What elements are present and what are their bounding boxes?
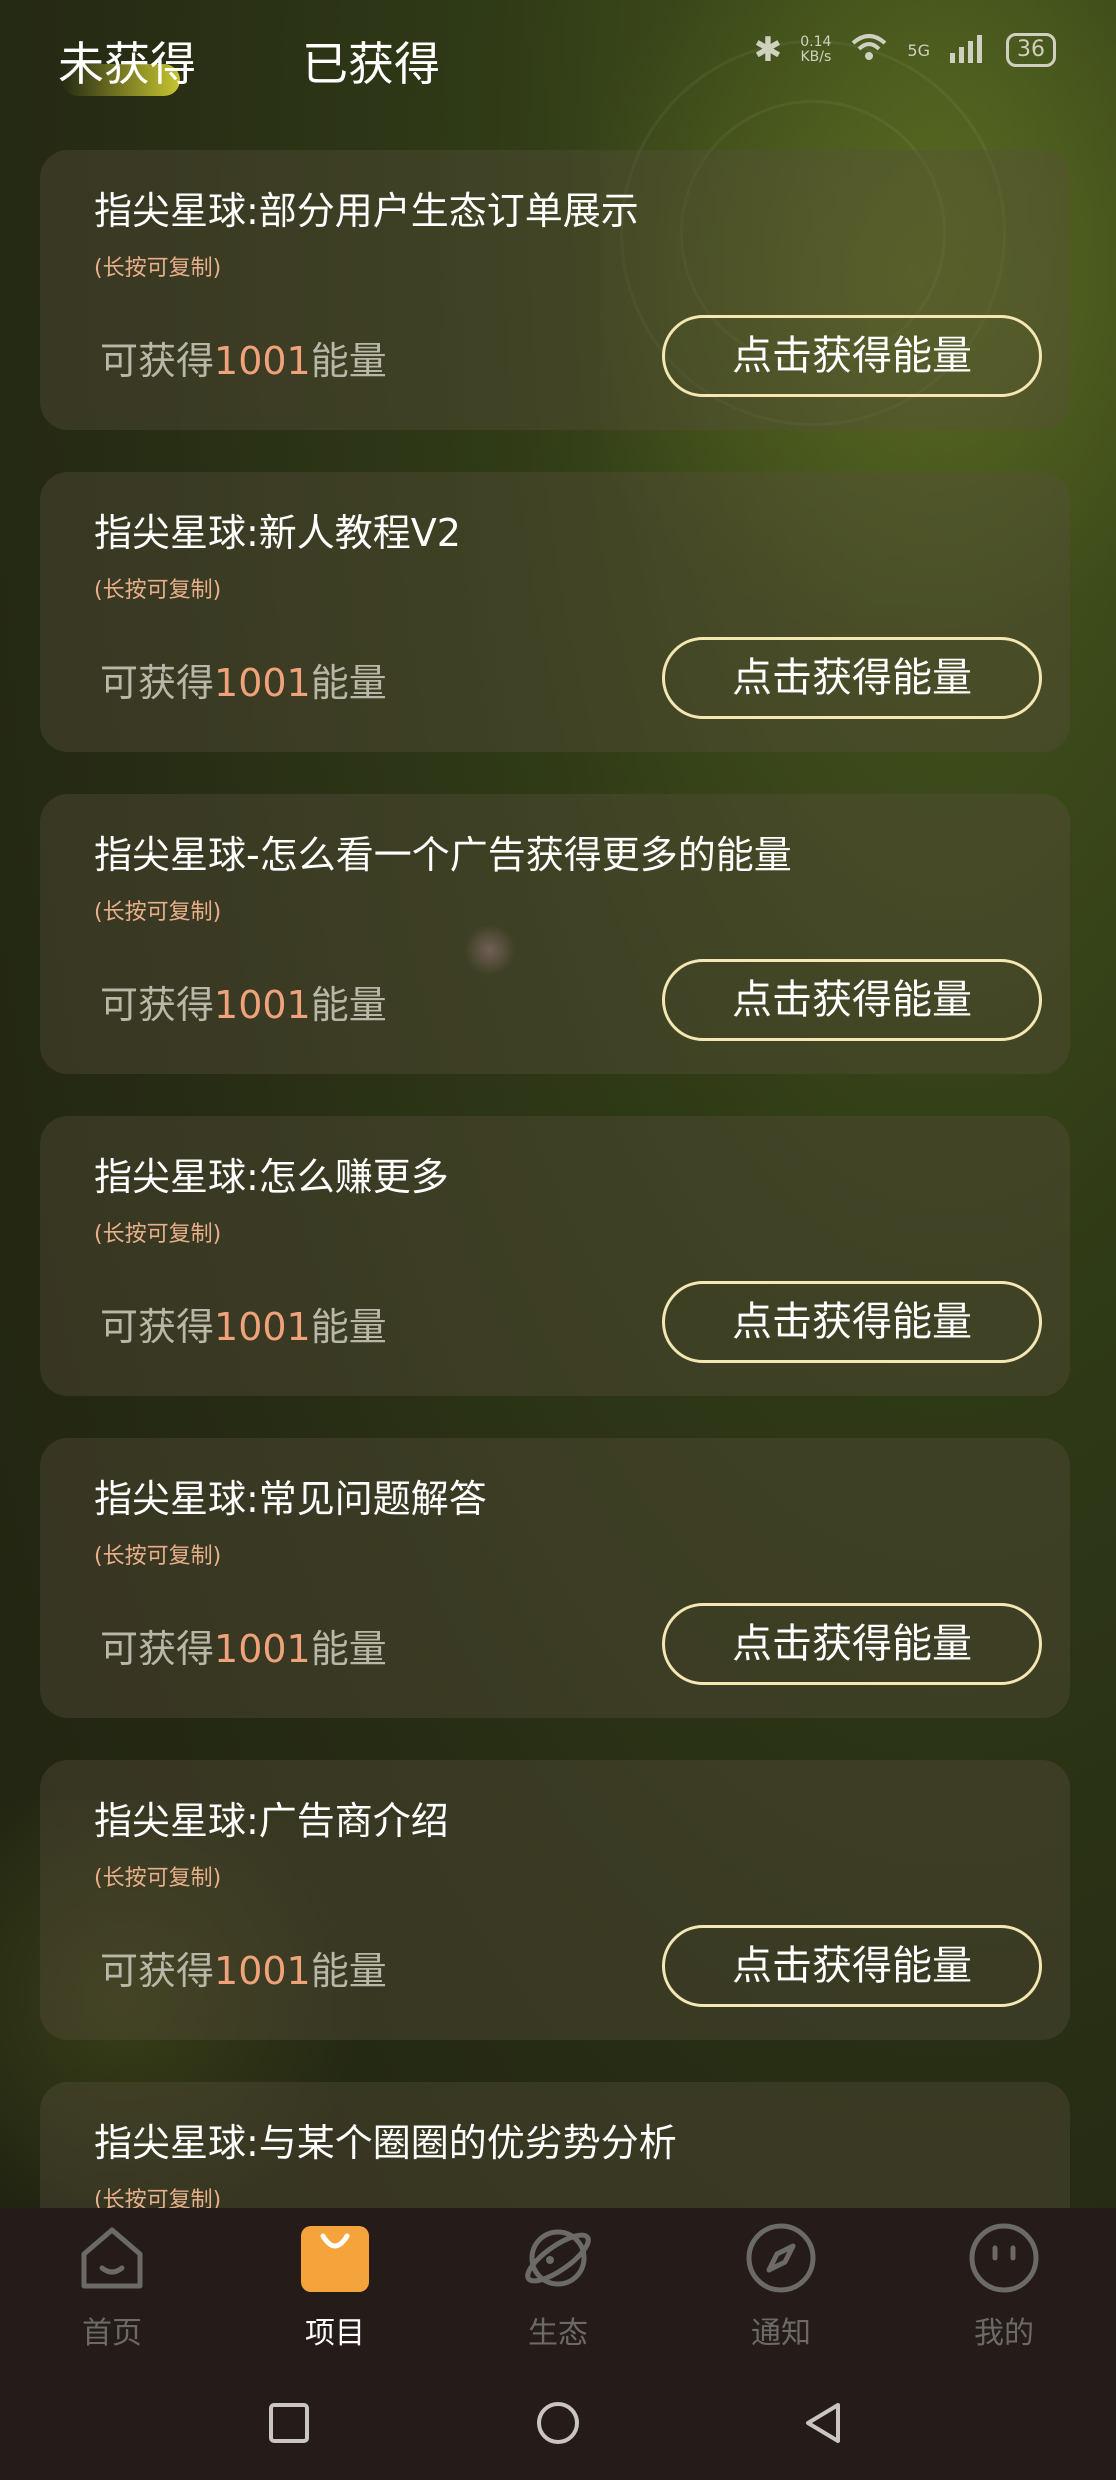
project-card: 指尖星球:怎么赚更多 (长按可复制) 可获得1001能量 点击获得能量: [40, 1116, 1070, 1396]
card-title[interactable]: 指尖星球:常见问题解答: [94, 1468, 487, 1523]
wifi-icon: [849, 31, 889, 70]
recent-apps-icon[interactable]: [266, 2400, 312, 2446]
get-energy-button[interactable]: 点击获得能量: [662, 1925, 1042, 2007]
card-hint: (长按可复制): [94, 1222, 222, 1247]
card-hint: (长按可复制): [94, 1544, 222, 1569]
project-card: 指尖星球:广告商介绍 (长按可复制) 可获得1001能量 点击获得能量: [40, 1760, 1070, 2040]
reward-suffix: 能量: [310, 661, 387, 705]
network-type: 5G: [907, 40, 930, 60]
card-reward: 可获得1001能量: [100, 974, 387, 1029]
planet-icon: [525, 2229, 591, 2287]
nav-item-ecosystem[interactable]: 生态: [478, 2222, 638, 2352]
nav-item-notifications[interactable]: 通知: [701, 2222, 861, 2352]
reward-amount: 1001: [214, 339, 311, 383]
profile-face-icon: [969, 2223, 1039, 2293]
card-hint: (长按可复制): [94, 578, 222, 603]
nav-label: 项目: [305, 2316, 365, 2351]
card-reward: 可获得1001能量: [100, 1940, 387, 1995]
card-title[interactable]: 指尖星球:与某个圈圈的优劣势分析: [94, 2112, 677, 2167]
project-card: 指尖星球:常见问题解答 (长按可复制) 可获得1001能量 点击获得能量: [40, 1438, 1070, 1718]
card-reward: 可获得1001能量: [100, 1296, 387, 1351]
reward-suffix: 能量: [310, 983, 387, 1027]
reward-prefix: 可获得: [100, 1627, 215, 1671]
reward-amount: 1001: [214, 661, 311, 705]
nav-item-home[interactable]: 首页: [32, 2222, 192, 2352]
card-hint: (长按可复制): [94, 900, 222, 925]
network-speed-unit: KB/s: [800, 49, 832, 65]
nav-item-projects[interactable]: 项目: [255, 2222, 415, 2352]
reward-prefix: 可获得: [100, 1305, 215, 1349]
network-speed-value: 0.14: [800, 34, 832, 50]
signal-icon: [948, 33, 988, 67]
nav-label: 生态: [528, 2316, 588, 2351]
get-energy-button[interactable]: 点击获得能量: [662, 637, 1042, 719]
top-bar: 未获得 已获得 ✱ 0.14 KB/s 5G 36: [0, 0, 1116, 130]
reward-amount: 1001: [214, 983, 311, 1027]
reward-amount: 1001: [214, 1949, 311, 1993]
reward-suffix: 能量: [310, 1305, 387, 1349]
reward-prefix: 可获得: [100, 339, 215, 383]
card-hint: (长按可复制): [94, 1866, 222, 1891]
tab-unobtained[interactable]: 未获得: [58, 28, 196, 94]
card-title[interactable]: 指尖星球:新人教程V2: [94, 502, 461, 557]
back-triangle-icon[interactable]: [800, 2400, 846, 2446]
card-title[interactable]: 指尖星球:广告商介绍: [94, 1790, 449, 1845]
reward-suffix: 能量: [310, 339, 387, 383]
compass-icon: [746, 2223, 816, 2293]
nav-label: 通知: [751, 2316, 811, 2351]
status-bar: ✱ 0.14 KB/s 5G 36: [754, 30, 1056, 70]
card-title[interactable]: 指尖星球:部分用户生态订单展示: [94, 180, 639, 235]
tab-obtained[interactable]: 已获得: [302, 28, 440, 94]
project-card: 指尖星球:部分用户生态订单展示 (长按可复制) 可获得1001能量 点击获得能量: [40, 150, 1070, 430]
home-icon: [81, 2227, 143, 2289]
reward-prefix: 可获得: [100, 1949, 215, 1993]
nav-label: 首页: [82, 2316, 142, 2351]
card-hint: (长按可复制): [94, 256, 222, 281]
card-reward: 可获得1001能量: [100, 652, 387, 707]
project-card: 指尖星球-怎么看一个广告获得更多的能量 (长按可复制) 可获得1001能量 点击…: [40, 794, 1070, 1074]
card-reward: 可获得1001能量: [100, 330, 387, 385]
project-list: 指尖星球:部分用户生态订单展示 (长按可复制) 可获得1001能量 点击获得能量…: [40, 150, 1070, 2324]
network-speed: 0.14 KB/s: [800, 35, 831, 65]
nav-item-profile[interactable]: 我的: [924, 2222, 1084, 2352]
reward-prefix: 可获得: [100, 983, 215, 1027]
bluetooth-icon: ✱: [753, 30, 783, 70]
card-title[interactable]: 指尖星球-怎么看一个广告获得更多的能量: [94, 824, 792, 879]
shopping-bag-icon: [301, 2226, 369, 2292]
card-title[interactable]: 指尖星球:怎么赚更多: [94, 1146, 449, 1201]
get-energy-button[interactable]: 点击获得能量: [662, 959, 1042, 1041]
battery-indicator: 36: [1006, 33, 1056, 67]
reward-prefix: 可获得: [100, 661, 215, 705]
get-energy-button[interactable]: 点击获得能量: [662, 315, 1042, 397]
get-energy-button[interactable]: 点击获得能量: [662, 1603, 1042, 1685]
reward-suffix: 能量: [310, 1949, 387, 1993]
reward-amount: 1001: [214, 1305, 311, 1349]
card-reward: 可获得1001能量: [100, 1618, 387, 1673]
system-navigation-bar: [0, 2370, 1116, 2480]
get-energy-button[interactable]: 点击获得能量: [662, 1281, 1042, 1363]
reward-amount: 1001: [214, 1627, 311, 1671]
project-card: 指尖星球:新人教程V2 (长按可复制) 可获得1001能量 点击获得能量: [40, 472, 1070, 752]
home-circle-icon[interactable]: [535, 2400, 581, 2446]
reward-suffix: 能量: [310, 1627, 387, 1671]
nav-label: 我的: [974, 2316, 1034, 2351]
bottom-navigation: 首页 项目 生态 通知 我的: [0, 2208, 1116, 2370]
